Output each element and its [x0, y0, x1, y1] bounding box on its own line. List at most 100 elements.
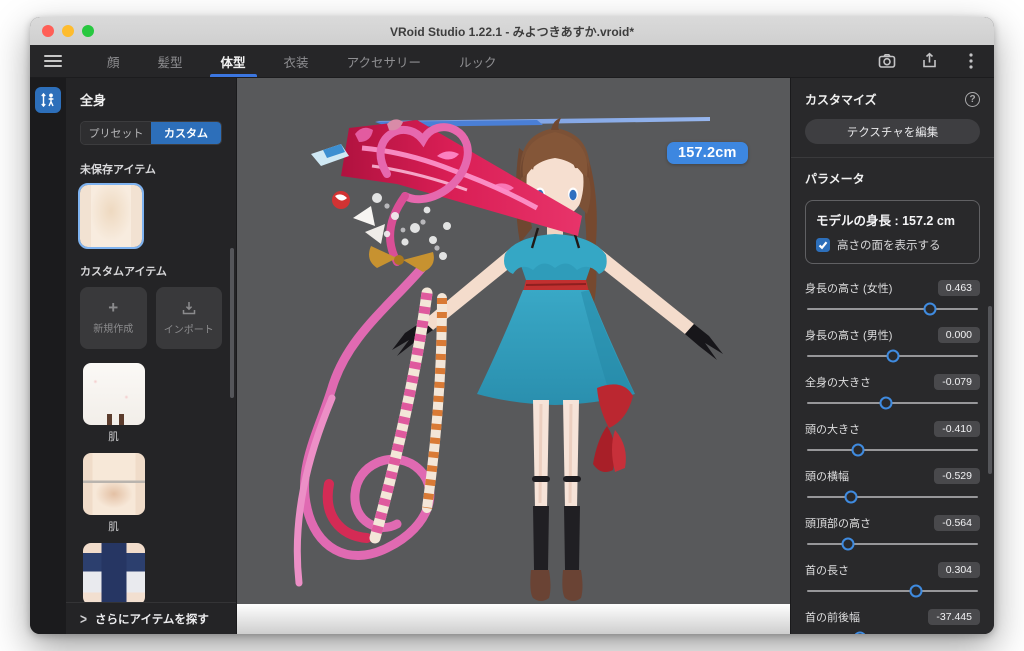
plus-icon: + — [108, 297, 119, 317]
item-sidebar: 全身 プリセット カスタム 未保存アイテム カスタムアイテム + 新規作成 イン… — [66, 78, 237, 634]
mode-tab[interactable]: アクセサリー — [328, 45, 440, 77]
toolbar-right — [878, 45, 980, 77]
slider-value: 0.463 — [937, 280, 980, 296]
item-label: 肌 — [108, 521, 119, 533]
left-rail — [30, 78, 66, 634]
customize-panel: カスタマイズ ? テクスチャを編集 パラメータ モデルの身長 : 157.2 c… — [790, 78, 994, 634]
custom-item-actions: + 新規作成 インポート — [80, 287, 222, 349]
app-window: VRoid Studio 1.22.1 - みよつきあすか.vroid* 顔 髪… — [30, 17, 994, 634]
parameters-title: パラメータ — [805, 172, 865, 186]
sidebar-scroll-area[interactable]: 全身 プリセット カスタム 未保存アイテム カスタムアイテム + 新規作成 イン… — [66, 78, 236, 602]
panel-title: カスタマイズ — [805, 93, 877, 107]
slider-track[interactable] — [807, 490, 978, 504]
body-category-button[interactable] — [35, 87, 61, 113]
parameter-slider: 全身の大きさ -0.079 — [805, 374, 980, 410]
show-height-plane-row[interactable]: 高さの面を表示する — [816, 237, 969, 253]
slider-track[interactable] — [807, 537, 978, 551]
parameter-slider: 頭の大きさ -0.410 — [805, 421, 980, 457]
mode-tab[interactable]: 髪型 — [139, 45, 202, 77]
sidebar-scrollbar[interactable] — [230, 248, 234, 398]
main-area: 全身 プリセット カスタム 未保存アイテム カスタムアイテム + 新規作成 イン… — [30, 78, 994, 634]
mode-tab[interactable]: 顔 — [88, 45, 139, 77]
item-thumbnail[interactable] — [82, 363, 145, 425]
find-more-items-link[interactable]: > さらにアイテムを探す — [66, 602, 236, 634]
slider-knob[interactable] — [909, 584, 923, 598]
body-height-icon — [41, 92, 54, 108]
item-thumbnail[interactable] — [82, 543, 145, 602]
sidebar-title: 全身 — [80, 93, 107, 108]
back-ribbon-bow — [593, 384, 633, 472]
slider-track[interactable] — [807, 443, 978, 457]
slider-track[interactable] — [807, 584, 978, 598]
custom-items-label: カスタムアイテム — [80, 266, 167, 278]
import-button[interactable]: インポート — [155, 287, 222, 349]
slider-knob[interactable] — [923, 302, 937, 316]
mode-tab[interactable]: ルック — [440, 45, 516, 77]
slider-knob[interactable] — [853, 631, 867, 634]
slider-label: 首の長さ — [805, 565, 849, 577]
item-grid: 肌 肌 肌 — [80, 363, 222, 602]
create-new-button[interactable]: + 新規作成 — [80, 287, 147, 349]
slider-label: 全身の大きさ — [805, 377, 871, 389]
model-height-box: モデルの身長 : 157.2 cm 高さの面を表示する — [805, 200, 980, 264]
slider-value: 0.304 — [937, 562, 980, 578]
item-thumbnail[interactable] — [82, 453, 145, 515]
slider-knob[interactable] — [879, 396, 893, 410]
height-badge: 157.2cm — [667, 142, 748, 164]
hamburger-menu-icon[interactable] — [44, 52, 62, 70]
slider-value: -0.564 — [934, 515, 980, 531]
parameter-slider: 頭頂部の高さ -0.564 — [805, 515, 980, 551]
slider-value: -0.410 — [934, 421, 980, 437]
mode-tabs: 顔 髪型 体型 衣装 アクセサリー ルック — [88, 45, 515, 77]
main-toolbar: 顔 髪型 体型 衣装 アクセサリー ルック — [30, 45, 994, 78]
slider-label: 首の前後幅 — [805, 612, 860, 624]
kebab-menu-icon[interactable] — [962, 52, 980, 70]
chevron-right-icon: > — [80, 610, 88, 627]
slider-knob[interactable] — [841, 537, 855, 551]
slider-label: 身長の高さ (男性) — [805, 330, 893, 342]
unsaved-item-thumbnail[interactable] — [78, 183, 144, 249]
help-icon[interactable]: ? — [965, 92, 980, 107]
item-cell: 肌 — [80, 363, 147, 444]
item-cell: 肌 — [80, 543, 147, 602]
share-export-icon[interactable] — [920, 52, 938, 70]
tab-custom[interactable]: カスタム — [151, 122, 221, 144]
slider-track[interactable] — [807, 396, 978, 410]
slider-value: -37.445 — [928, 609, 980, 625]
viewport-floor — [237, 604, 790, 634]
slider-track[interactable] — [807, 349, 978, 363]
divider — [791, 157, 994, 158]
mode-tab[interactable]: 体型 — [202, 45, 265, 77]
slider-value: -0.529 — [934, 468, 980, 484]
slider-value: -0.079 — [934, 374, 980, 390]
window-title: VRoid Studio 1.22.1 - みよつきあすか.vroid* — [389, 24, 635, 39]
parameter-slider: 頭の横幅 -0.529 — [805, 468, 980, 504]
slider-label: 頭頂部の高さ — [805, 518, 871, 530]
parameter-slider: 首の前後幅 -37.445 — [805, 609, 980, 634]
slider-list: 身長の高さ (女性) 0.463 身長の高さ (男性) 0.000 全身の大きさ… — [805, 280, 980, 634]
viewport-3d[interactable]: 157.2cm — [237, 78, 790, 634]
item-cell: 肌 — [80, 453, 147, 534]
edit-texture-button[interactable]: テクスチャを編集 — [805, 119, 980, 144]
model-height-label: モデルの身長 : 157.2 cm — [816, 214, 955, 228]
parameter-slider: 首の長さ 0.304 — [805, 562, 980, 598]
parameter-slider: 身長の高さ (男性) 0.000 — [805, 327, 980, 363]
panel-scrollbar[interactable] — [988, 306, 992, 474]
item-label: 肌 — [108, 431, 119, 443]
slider-track[interactable] — [807, 302, 978, 316]
parameter-slider: 身長の高さ (女性) 0.463 — [805, 280, 980, 316]
show-height-plane-label: 高さの面を表示する — [837, 240, 941, 252]
slider-value: 0.000 — [937, 327, 980, 343]
mode-tab[interactable]: 衣装 — [265, 45, 328, 77]
slider-knob[interactable] — [844, 490, 858, 504]
preset-custom-segmented: プリセット カスタム — [80, 121, 222, 145]
slider-label: 頭の横幅 — [805, 471, 849, 483]
unsaved-items-label: 未保存アイテム — [80, 164, 156, 176]
slider-label: 頭の大きさ — [805, 424, 860, 436]
slider-knob[interactable] — [851, 443, 865, 457]
tab-preset[interactable]: プリセット — [81, 122, 151, 144]
checkbox-checked-icon[interactable] — [816, 238, 830, 252]
titlebar[interactable]: VRoid Studio 1.22.1 - みよつきあすか.vroid* — [30, 17, 994, 45]
slider-knob[interactable] — [886, 349, 899, 363]
camera-icon[interactable] — [878, 52, 896, 70]
